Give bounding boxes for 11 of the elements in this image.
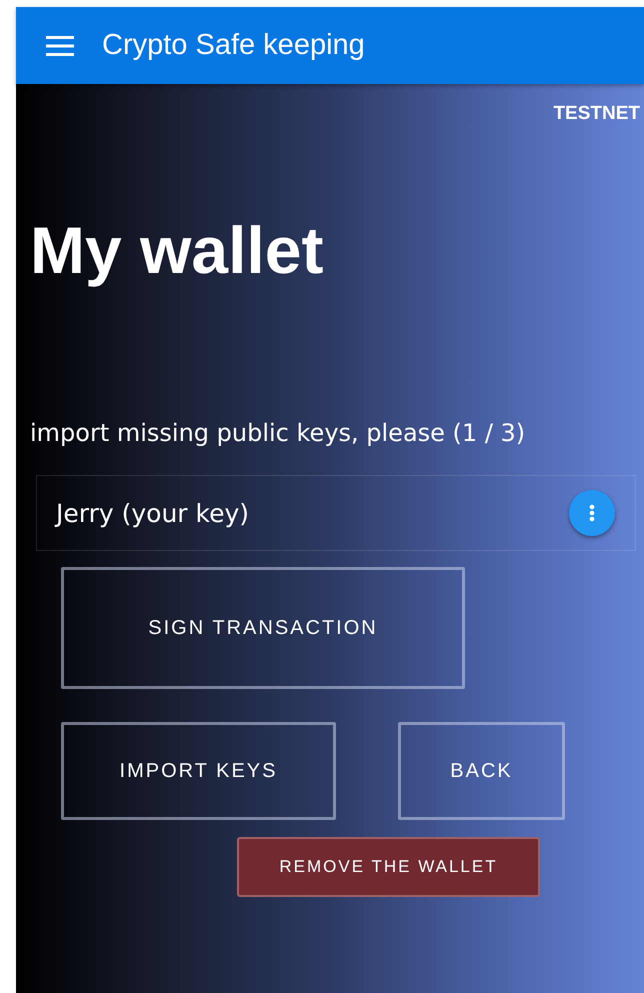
- remove-wallet-button[interactable]: REMOVE THE WALLET: [237, 837, 540, 897]
- more-button[interactable]: [569, 490, 615, 536]
- outlined-button[interactable]: BACK: [398, 722, 565, 820]
- outlined-button[interactable]: SIGN TRANSACTION: [61, 567, 465, 689]
- menu-icon[interactable]: [46, 36, 74, 56]
- network-label: TESTNET: [553, 103, 640, 125]
- outlined-button[interactable]: IMPORT KEYS: [61, 722, 336, 820]
- prompt-text: import missing public keys, please (1 / 3): [30, 419, 526, 447]
- key-name: Jerry (your key): [56, 498, 250, 528]
- app-title: Crypto Safe keeping: [102, 29, 365, 62]
- more-icon: [589, 504, 595, 522]
